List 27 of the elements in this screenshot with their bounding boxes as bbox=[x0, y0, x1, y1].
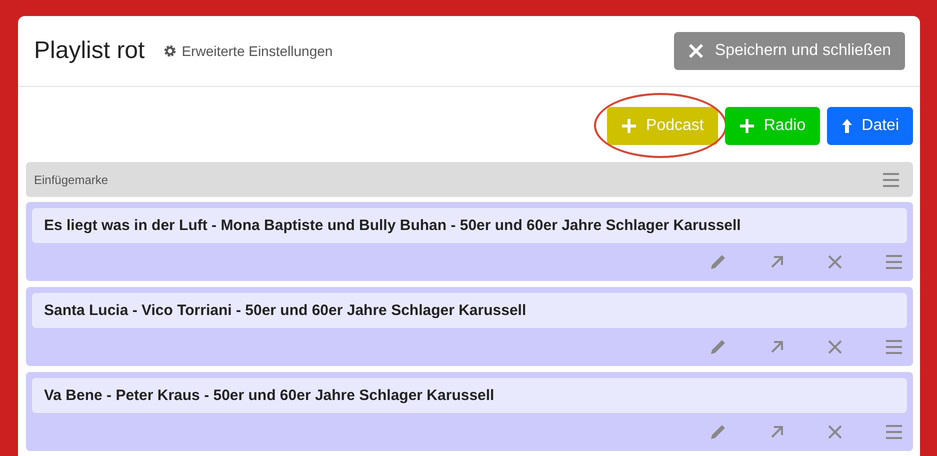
plus-icon[interactable] bbox=[738, 118, 755, 134]
pencil-icon[interactable] bbox=[709, 338, 727, 356]
plus-icon[interactable] bbox=[621, 118, 638, 134]
upload-icon[interactable] bbox=[840, 118, 853, 134]
advanced-settings-link[interactable]: Erweiterte Einstellungen bbox=[162, 43, 333, 59]
close-icon[interactable] bbox=[827, 254, 843, 270]
insert-marker-label: Einfügemarke bbox=[34, 172, 108, 186]
arrow-icon[interactable] bbox=[769, 254, 785, 270]
pencil-icon[interactable] bbox=[709, 253, 727, 271]
add-button[interactable]: Podcast bbox=[607, 107, 718, 145]
close-icon[interactable] bbox=[827, 339, 843, 355]
playlist-title: Playlist rot bbox=[34, 37, 145, 65]
arrow-icon[interactable] bbox=[769, 339, 785, 355]
track-title: Es liegt was in der Luft - Mona Baptiste und Bully Buhan - 50er und 60er Jahre Schlager Karussell bbox=[32, 208, 907, 243]
add-button[interactable]: Datei bbox=[826, 107, 913, 145]
track-title: Va Bene - Peter Kraus - 50er und 60er Jahre Schlager Karussell bbox=[32, 378, 907, 413]
save-and-close-button[interactable]: Speichern und schließen bbox=[674, 32, 905, 70]
drag-handle-icon[interactable] bbox=[882, 170, 900, 188]
gear-icon[interactable] bbox=[162, 44, 177, 58]
arrow-icon[interactable] bbox=[769, 424, 785, 440]
pencil-icon[interactable] bbox=[709, 423, 727, 441]
close-icon[interactable] bbox=[827, 424, 843, 440]
drag-handle-icon[interactable] bbox=[885, 338, 903, 356]
drag-handle-icon[interactable] bbox=[885, 253, 903, 271]
drag-handle-icon[interactable] bbox=[885, 423, 903, 441]
track-title: Santa Lucia - Vico Torriani - 50er und 60er Jahre Schlager Karussell bbox=[32, 293, 907, 328]
add-button[interactable]: Radio bbox=[724, 107, 820, 145]
